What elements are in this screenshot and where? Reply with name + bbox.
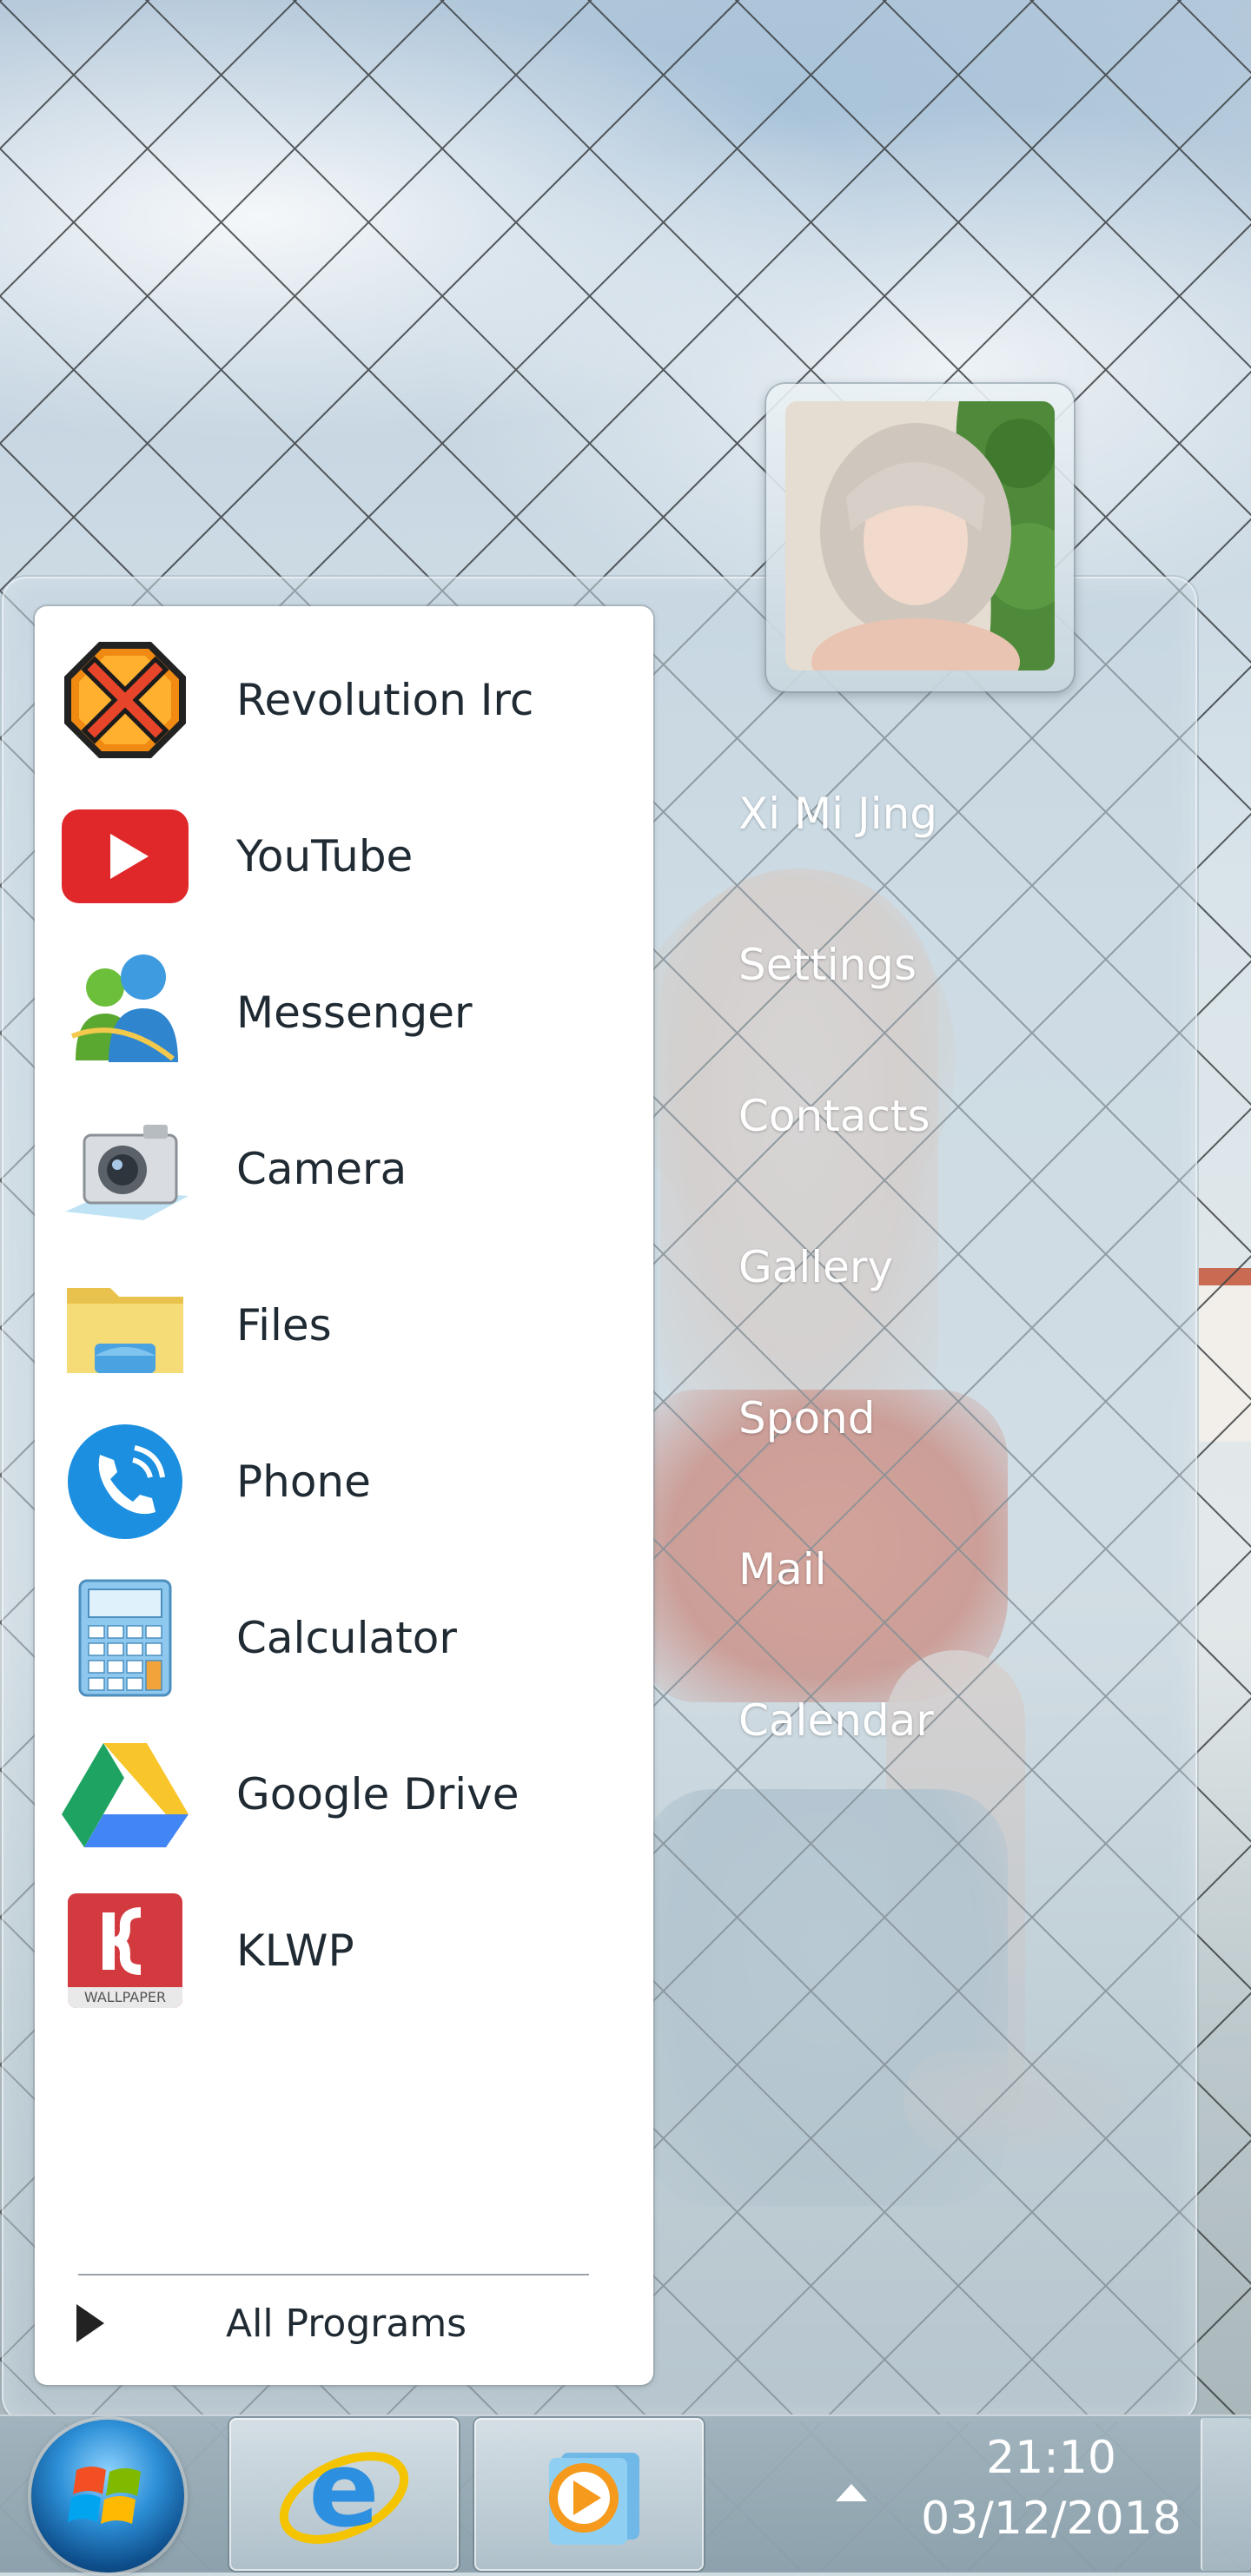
right-link-settings[interactable]: Settings	[738, 940, 917, 990]
show-desktop-button[interactable]	[1201, 2418, 1251, 2571]
right-link-user[interactable]: Xi Mi Jing	[738, 789, 937, 839]
app-label: YouTube	[236, 831, 414, 882]
klwp-icon: WALLPAPER	[59, 1885, 191, 2017]
right-link-gallery[interactable]: Gallery	[738, 1242, 893, 1292]
media-player-icon	[549, 2453, 639, 2545]
app-item-klwp[interactable]: WALLPAPER KLWP	[59, 1881, 632, 2020]
folder-icon	[59, 1259, 191, 1391]
app-item-google-drive[interactable]: Google Drive	[59, 1725, 632, 1864]
clock-date[interactable]: 03/12/2018	[904, 2493, 1199, 2545]
right-link-contacts[interactable]: Contacts	[738, 1091, 930, 1141]
taskbar-ie-button[interactable]: e	[229, 2418, 459, 2571]
app-label: Calculator	[236, 1613, 457, 1663]
app-label: Files	[236, 1300, 332, 1351]
windows-logo-icon	[68, 2467, 141, 2524]
app-item-revolution-irc[interactable]: Revolution Irc	[59, 631, 632, 769]
app-item-files[interactable]: Files	[59, 1256, 632, 1395]
app-item-youtube[interactable]: YouTube	[59, 787, 632, 926]
calculator-icon	[59, 1572, 191, 1704]
app-item-messenger[interactable]: Messenger	[59, 943, 632, 1082]
app-item-calculator[interactable]: Calculator	[59, 1569, 632, 1707]
app-label: Phone	[236, 1456, 371, 1507]
app-label: KLWP	[236, 1925, 354, 1976]
app-label: Camera	[236, 1144, 407, 1194]
phone-icon	[59, 1416, 191, 1548]
app-label: Revolution Irc	[236, 675, 534, 725]
camera-icon	[59, 1103, 191, 1235]
start-button[interactable]	[31, 2420, 184, 2573]
klwp-sublabel: WALLPAPER	[68, 1987, 182, 2008]
triangle-right-icon	[76, 2304, 104, 2342]
app-label: Messenger	[236, 987, 473, 1038]
revolution-irc-icon	[59, 634, 191, 766]
avatar-photo	[785, 401, 1055, 670]
right-link-mail[interactable]: Mail	[738, 1544, 827, 1595]
youtube-icon	[59, 790, 191, 922]
right-link-spond[interactable]: Spond	[738, 1393, 876, 1443]
tray-expand-icon[interactable]	[836, 2484, 867, 2501]
right-link-calendar[interactable]: Calendar	[738, 1695, 934, 1746]
all-programs-button[interactable]: All Programs	[76, 2293, 598, 2354]
user-avatar[interactable]	[766, 384, 1074, 691]
taskbar-media-player-button[interactable]	[474, 2418, 704, 2571]
app-item-camera[interactable]: Camera	[59, 1100, 632, 1238]
svg-text:e: e	[308, 2430, 379, 2551]
google-drive-icon	[59, 1728, 191, 1860]
divider	[78, 2274, 589, 2275]
clock-time[interactable]: 21:10	[921, 2432, 1182, 2484]
app-item-phone[interactable]: Phone	[59, 1412, 632, 1551]
all-programs-label: All Programs	[226, 2301, 467, 2346]
app-label: Google Drive	[236, 1769, 520, 1820]
internet-explorer-icon: e	[279, 2430, 409, 2551]
messenger-icon	[59, 947, 191, 1079]
